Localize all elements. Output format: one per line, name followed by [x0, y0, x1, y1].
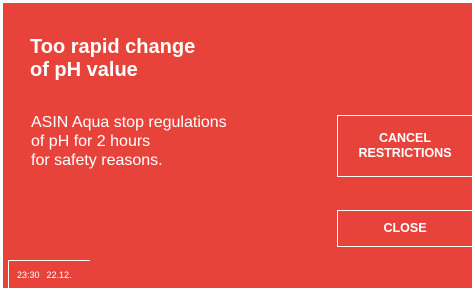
alert-message: ASIN Aqua stop regulations of pH for 2 h…: [31, 114, 227, 169]
status-bar: 23:30 22.12.: [8, 260, 90, 288]
alert-screen: Too rapid change of pH value ASIN Aqua s…: [3, 3, 472, 288]
alert-title: Too rapid change of pH value: [30, 36, 196, 81]
status-time: 23:30: [17, 270, 40, 280]
status-date: 22.12.: [46, 270, 72, 280]
close-button[interactable]: CLOSE: [337, 210, 472, 247]
cancel-restrictions-button[interactable]: CANCEL RESTRICTIONS: [337, 115, 472, 177]
